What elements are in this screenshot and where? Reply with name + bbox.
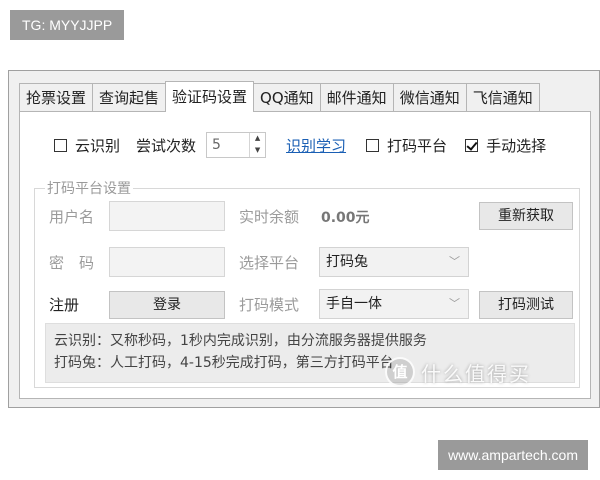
captcha-platform-checkbox[interactable]: 打码平台 [366, 135, 447, 156]
captcha-settings-panel: 云识别 尝试次数 5 ▲ ▼ 识别学习 打码平台 手动选择 打码平台设置 用户名… [19, 111, 591, 399]
screenshot-root: TG: MYYJJPP 抢票设置 查询起售 验证码设置 QQ通知 邮件通知 微信… [0, 0, 600, 480]
mode-select-value: 手自一体 [326, 296, 382, 312]
tab-email-notify[interactable]: 邮件通知 [319, 83, 394, 111]
attempts-label: 尝试次数 [136, 136, 197, 155]
attempts-value[interactable]: 5 [207, 137, 249, 153]
watermark-logo-icon: 值 [385, 357, 415, 387]
tab-ticket-settings[interactable]: 抢票设置 [19, 83, 94, 111]
password-label: 密 码 [49, 254, 95, 272]
cloud-recognition-checkbox[interactable]: 云识别 [54, 135, 120, 156]
tab-bar: 抢票设置 查询起售 验证码设置 QQ通知 邮件通知 微信通知 飞信通知 [19, 81, 540, 112]
info-line-cloud: 云识别：又称秒码，1秒内完成识别，由分流服务器提供服务 [54, 333, 427, 349]
tab-query-sale[interactable]: 查询起售 [92, 83, 167, 111]
spinner-buttons: ▲ ▼ [249, 133, 265, 157]
platform-label: 选择平台 [239, 254, 300, 272]
chevron-down-icon[interactable]: ﹀ [449, 290, 460, 318]
spinner-up-icon[interactable]: ▲ [250, 133, 265, 145]
recognition-learning-link[interactable]: 识别学习 [286, 135, 346, 156]
username-input[interactable] [109, 201, 225, 231]
site-watermark: 值 什么值得买 [385, 357, 531, 387]
checkbox-box[interactable] [54, 138, 67, 152]
login-button[interactable]: 登录 [109, 291, 225, 319]
platform-select[interactable]: 打码兔 ﹀ [319, 247, 469, 277]
tab-captcha-settings[interactable]: 验证码设置 [165, 81, 255, 112]
tab-fetion-notify[interactable]: 飞信通知 [465, 83, 540, 111]
spinner-down-icon[interactable]: ▼ [250, 145, 265, 157]
checkbox-box[interactable] [366, 138, 380, 152]
chevron-down-icon[interactable]: ﹀ [449, 248, 460, 276]
attempts-spinner[interactable]: 5 ▲ ▼ [206, 132, 267, 158]
captcha-test-button[interactable]: 打码测试 [479, 291, 573, 319]
manual-select-label: 手动选择 [486, 136, 547, 155]
balance-label: 实时余额 [239, 208, 300, 226]
watermark-text: 什么值得买 [421, 361, 531, 386]
register-link[interactable]: 注册 [49, 294, 79, 315]
options-row: 云识别 尝试次数 5 ▲ ▼ 识别学习 打码平台 手动选择 [54, 132, 546, 158]
group-title: 打码平台设置 [45, 178, 133, 198]
captcha-platform-label: 打码平台 [387, 136, 448, 155]
refresh-balance-button[interactable]: 重新获取 [479, 202, 573, 230]
top-watermark-tag: TG: MYYJJPP [10, 10, 125, 40]
tab-qq-notify[interactable]: QQ通知 [253, 83, 321, 111]
tab-wechat-notify[interactable]: 微信通知 [392, 83, 467, 111]
cloud-recognition-label: 云识别 [75, 136, 121, 155]
manual-select-checkbox[interactable]: 手动选择 [465, 135, 546, 156]
mode-label: 打码模式 [239, 296, 300, 314]
username-label: 用户名 [49, 208, 95, 226]
balance-value: 0.00元 [321, 210, 370, 226]
password-input[interactable] [109, 247, 225, 277]
platform-select-value: 打码兔 [326, 254, 368, 270]
bottom-watermark-tag: www.ampartech.com [438, 440, 588, 470]
checkbox-box-checked[interactable] [465, 138, 479, 152]
mode-select[interactable]: 手自一体 ﹀ [319, 289, 469, 319]
